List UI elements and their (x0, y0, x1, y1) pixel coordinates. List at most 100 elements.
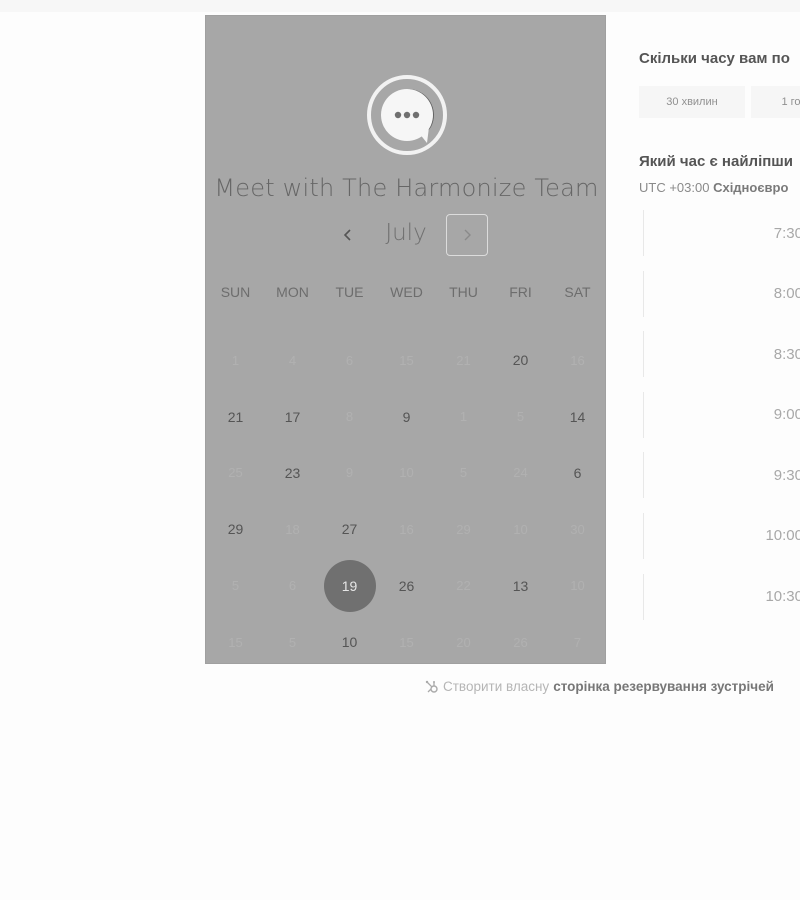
available-day[interactable]: 27 (321, 501, 378, 557)
calendar-week-row: 5 6 19 26 22 13 10 (207, 558, 606, 614)
day-number: 1 (231, 352, 240, 368)
unavailable-day: 4 (264, 332, 321, 388)
time-slot-button[interactable]: 10:00 (643, 512, 800, 559)
time-slot-button[interactable]: 9:00 (643, 391, 800, 438)
available-day[interactable]: 26 (378, 558, 435, 614)
unavailable-day: 15 (378, 332, 435, 388)
chat-bubble-icon (367, 75, 447, 155)
day-number: 15 (399, 634, 414, 650)
hubspot-sprocket-icon (425, 680, 438, 693)
selected-day[interactable]: 19 (321, 558, 378, 614)
day-number: 30 (570, 521, 585, 537)
available-day[interactable]: 6 (549, 445, 606, 501)
day-number: 5 (288, 634, 297, 650)
timezone-offset: UTC +03:00 (639, 180, 710, 195)
unavailable-day: 6 (264, 558, 321, 614)
next-month-button[interactable] (446, 214, 488, 256)
day-number: 6 (288, 578, 297, 594)
available-day[interactable]: 20 (492, 332, 549, 388)
day-number: 25 (228, 465, 243, 481)
unavailable-day: 10 (492, 501, 549, 557)
duration-option-1-hour[interactable]: 1 го (751, 86, 800, 118)
calendar-panel: Meet with The Harmonize Team July SUN MO… (205, 15, 606, 664)
day-number: 5 (231, 578, 240, 594)
day-number: 26 (398, 577, 415, 594)
day-number: 14 (569, 408, 586, 425)
time-slot-button[interactable]: 7:30 (643, 210, 800, 256)
calendar-grid: 1 4 6 15 21 20 16 21 17 8 9 1 5 14 25 23 9 10 5 24 6 29 18 27 16… (207, 332, 606, 670)
available-day[interactable]: 13 (492, 558, 549, 614)
time-slot-button[interactable]: 9:30 (643, 452, 800, 499)
available-day[interactable]: 9 (378, 388, 435, 444)
chevron-left-icon (343, 229, 351, 241)
unavailable-day: 15 (378, 614, 435, 670)
day-number: 21 (456, 352, 471, 368)
booking-panel: Скільки часу вам по 30 хвилин 1 го Який … (639, 0, 800, 700)
unavailable-day: 6 (321, 332, 378, 388)
footer-link[interactable]: Створити власну сторінка резервування зу… (425, 679, 774, 694)
weekday-label: SAT (564, 284, 591, 300)
unavailable-day: 1 (435, 388, 492, 444)
available-day[interactable]: 23 (264, 445, 321, 501)
day-number: 9 (402, 408, 411, 425)
day-number: 21 (227, 408, 244, 425)
duration-question: Скільки часу вам по (639, 50, 790, 67)
day-number: 20 (512, 352, 529, 369)
day-number: 17 (284, 408, 301, 425)
unavailable-day: 29 (435, 501, 492, 557)
unavailable-day: 10 (378, 445, 435, 501)
available-day[interactable]: 21 (207, 388, 264, 444)
page-title: Meet with The Harmonize Team (214, 174, 599, 202)
day-number: 19 (323, 559, 376, 612)
calendar-week-row: 1 4 6 15 21 20 16 (207, 332, 606, 388)
day-number: 26 (513, 634, 528, 650)
weekday-label: WED (390, 284, 423, 300)
time-slot-button[interactable]: 8:00 (643, 270, 800, 317)
day-number: 5 (516, 409, 525, 425)
day-number: 15 (399, 352, 414, 368)
month-navigation: July (206, 214, 607, 258)
footer-link-text[interactable]: сторінка резервування зустрічей (553, 679, 774, 694)
footer-prefix: Створити власну (443, 679, 550, 694)
month-label: July (385, 220, 427, 246)
unavailable-day: 26 (492, 614, 549, 670)
weekday-label: THU (449, 284, 478, 300)
day-number: 20 (456, 634, 471, 650)
day-number: 16 (570, 352, 585, 368)
day-number: 6 (345, 352, 354, 368)
unavailable-day: 1 (207, 332, 264, 388)
time-slot-button[interactable]: 8:30 (643, 331, 800, 378)
time-slot-button[interactable]: 10:30 (643, 573, 800, 620)
available-day[interactable]: 14 (549, 388, 606, 444)
available-day[interactable]: 17 (264, 388, 321, 444)
unavailable-day: 5 (435, 445, 492, 501)
day-number: 4 (288, 352, 297, 368)
day-number: 13 (512, 577, 529, 594)
day-number: 8 (345, 409, 354, 425)
timezone-name[interactable]: Східноєвро (713, 180, 788, 195)
day-number: 24 (513, 465, 528, 481)
weekday-header: SUN MON TUE WED THU FRI SAT (207, 284, 606, 306)
unavailable-day: 25 (207, 445, 264, 501)
unavailable-day: 16 (378, 501, 435, 557)
day-number: 10 (570, 578, 585, 594)
day-number: 29 (456, 521, 471, 537)
day-number: 1 (459, 409, 468, 425)
duration-option-30-min[interactable]: 30 хвилин (639, 86, 745, 118)
weekday-label: FRI (509, 284, 532, 300)
day-number: 7 (573, 634, 582, 650)
unavailable-day: 5 (492, 388, 549, 444)
day-number: 10 (399, 465, 414, 481)
unavailable-day: 22 (435, 558, 492, 614)
day-number: 18 (285, 521, 300, 537)
day-number: 10 (513, 521, 528, 537)
available-day[interactable]: 10 (321, 614, 378, 670)
unavailable-day: 18 (264, 501, 321, 557)
previous-month-button[interactable] (330, 214, 366, 256)
day-number: 15 (228, 634, 243, 650)
unavailable-day: 5 (207, 558, 264, 614)
day-number: 23 (284, 464, 301, 481)
day-number: 16 (399, 521, 414, 537)
day-number: 29 (227, 521, 244, 538)
available-day[interactable]: 29 (207, 501, 264, 557)
